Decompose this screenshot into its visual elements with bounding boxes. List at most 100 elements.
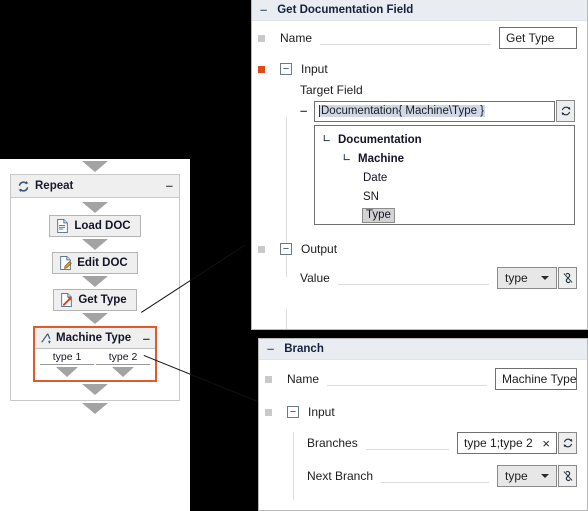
target-field-collapse-toggle[interactable]: – — [300, 104, 314, 117]
branch-panel-title: Branch — [284, 343, 324, 355]
branch-output-type-1[interactable]: type 1 — [40, 351, 94, 380]
branch-input-expander[interactable]: − — [287, 406, 299, 418]
branch-panel-header[interactable]: – Branch — [259, 339, 587, 360]
row-marker — [258, 34, 265, 42]
document-edit-icon — [59, 256, 72, 270]
row-marker — [265, 375, 272, 383]
get-doc-panel-title: Get Documentation Field — [277, 4, 414, 16]
branch-split-icon — [40, 332, 52, 344]
branch-name-row: Name Machine Type — [259, 360, 587, 398]
step-node-get-type[interactable]: Get Type — [53, 289, 137, 311]
branch-name-label: Name — [287, 372, 320, 386]
tree-node-sn[interactable]: SN — [315, 187, 574, 206]
flow-arrow-4 — [82, 313, 108, 324]
dot-leader — [365, 448, 449, 450]
branch-next-branch-value: type — [505, 469, 528, 483]
row-marker — [265, 408, 272, 416]
target-field-input[interactable]: Documentation{ Machine\Type } — [314, 100, 555, 122]
row-marker — [258, 245, 265, 253]
repeat-node-label: Repeat — [35, 180, 74, 192]
branch-output-type-2[interactable]: type 2 — [96, 351, 150, 380]
chevron-down-icon[interactable] — [541, 474, 549, 478]
document-get-icon — [60, 293, 73, 307]
branch-name-input[interactable]: Machine Type — [495, 368, 577, 390]
step-node-edit-doc[interactable]: Edit DOC — [52, 252, 138, 274]
tree-node-label: Type — [362, 208, 395, 223]
get-doc-output-expander[interactable]: − — [280, 243, 292, 255]
unlink-icon[interactable] — [558, 465, 577, 487]
branch-output-label: type 1 — [40, 351, 94, 365]
branch-output-label: type 2 — [96, 351, 150, 365]
repeat-node-body: Load DOC Edit DOC Get Type Machine Type … — [11, 198, 179, 400]
get-doc-value-label: Value — [300, 271, 330, 285]
flow-arrow-bottom — [82, 403, 108, 414]
tree-node-label: Documentation — [338, 133, 422, 146]
get-doc-input-expander[interactable]: − — [280, 63, 292, 75]
repeat-loop-icon — [17, 180, 30, 193]
branch-input-label: Input — [308, 405, 335, 419]
step-node-label: Get Type — [78, 294, 127, 306]
branch-branches-label: Branches — [307, 436, 358, 450]
get-documentation-field-panel: – Get Documentation Field Name Get Type … — [251, 0, 588, 330]
get-doc-name-label: Name — [280, 31, 313, 45]
branch-input-group-row: − Input — [259, 398, 587, 426]
chevron-down-icon[interactable] — [341, 152, 354, 165]
get-doc-panel-header[interactable]: – Get Documentation Field — [252, 0, 587, 21]
branch-branches-value: type 1;type 2 — [464, 436, 533, 450]
step-node-load-doc[interactable]: Load DOC — [49, 215, 141, 237]
branch-next-branch-combo[interactable]: type — [497, 465, 557, 487]
flow-arrow-5 — [82, 384, 108, 395]
get-doc-collapse-toggle[interactable]: – — [260, 3, 267, 16]
dot-leader — [327, 384, 487, 386]
branch-node-machine-type[interactable]: Machine Type – type 1 type 2 — [33, 326, 157, 382]
branch-outputs: type 1 type 2 — [35, 349, 155, 380]
flow-arrow-branch-1 — [56, 367, 78, 378]
repeat-container-node[interactable]: Repeat – Load DOC Edit DOC Get Type Mach… — [10, 174, 180, 401]
chevron-down-icon[interactable] — [541, 276, 549, 280]
unlink-icon[interactable] — [558, 267, 577, 289]
branch-node-label: Machine Type — [56, 332, 132, 344]
tree-node-type[interactable]: Type — [315, 206, 574, 224]
get-doc-name-row: Name Get Type — [252, 21, 587, 55]
target-field-block: Target Field – Documentation{ Machine\Ty… — [252, 83, 587, 225]
get-doc-output-group-row: − Output — [252, 235, 587, 263]
screenshot-root: Repeat – Load DOC Edit DOC Get Type Mach… — [0, 0, 588, 511]
tree-node-label: Date — [363, 171, 388, 184]
branch-next-branch-row: Next Branch type — [259, 460, 587, 492]
get-doc-value-row: Value type — [252, 263, 587, 293]
flow-arrow-1 — [82, 202, 108, 213]
target-field-input-row: – Documentation{ Machine\Type } — [300, 100, 575, 122]
flow-arrow-2 — [82, 239, 108, 250]
get-doc-panel-body: Name Get Type − Input Target Field – Doc… — [252, 21, 587, 329]
branch-collapse-toggle[interactable]: – — [143, 332, 150, 345]
branch-panel: – Branch Name Machine Type − Input Branc… — [258, 338, 588, 511]
branch-collapse-toggle[interactable]: – — [267, 342, 274, 355]
dot-leader — [320, 43, 491, 45]
branch-panel-body: Name Machine Type − Input Branches type … — [259, 360, 587, 500]
branch-next-branch-label: Next Branch — [307, 469, 374, 483]
tree-node-documentation[interactable]: Documentation — [315, 130, 574, 149]
repeat-collapse-toggle[interactable]: – — [166, 179, 173, 192]
close-icon[interactable]: × — [542, 436, 550, 451]
tree-node-date[interactable]: Date — [315, 168, 574, 187]
indent-rail-output — [286, 309, 287, 329]
flow-arrow-3 — [82, 276, 108, 287]
target-field-value: Documentation{ Machine\Type } — [319, 105, 486, 117]
documentation-tree[interactable]: Documentation Machine Date SN Type — [314, 125, 575, 225]
refresh-icon[interactable] — [556, 100, 575, 122]
tree-node-label: SN — [363, 190, 379, 203]
dot-leader — [337, 283, 489, 285]
get-doc-input-group-row: − Input — [252, 55, 587, 83]
get-doc-name-input[interactable]: Get Type — [499, 27, 577, 49]
branch-node-header[interactable]: Machine Type – — [35, 328, 155, 349]
get-doc-value-combo[interactable]: type — [497, 267, 557, 289]
branch-branches-row: Branches type 1;type 2 × — [259, 426, 587, 460]
branch-branches-input[interactable]: type 1;type 2 × — [457, 432, 557, 454]
step-node-label: Load DOC — [74, 220, 131, 232]
repeat-node-header[interactable]: Repeat – — [11, 175, 179, 198]
flow-arrow-branch-2 — [112, 367, 134, 378]
flowchart-canvas: Repeat – Load DOC Edit DOC Get Type Mach… — [0, 159, 190, 511]
tree-node-machine[interactable]: Machine — [315, 149, 574, 168]
chevron-down-icon[interactable] — [321, 133, 334, 146]
refresh-icon[interactable] — [558, 432, 577, 454]
